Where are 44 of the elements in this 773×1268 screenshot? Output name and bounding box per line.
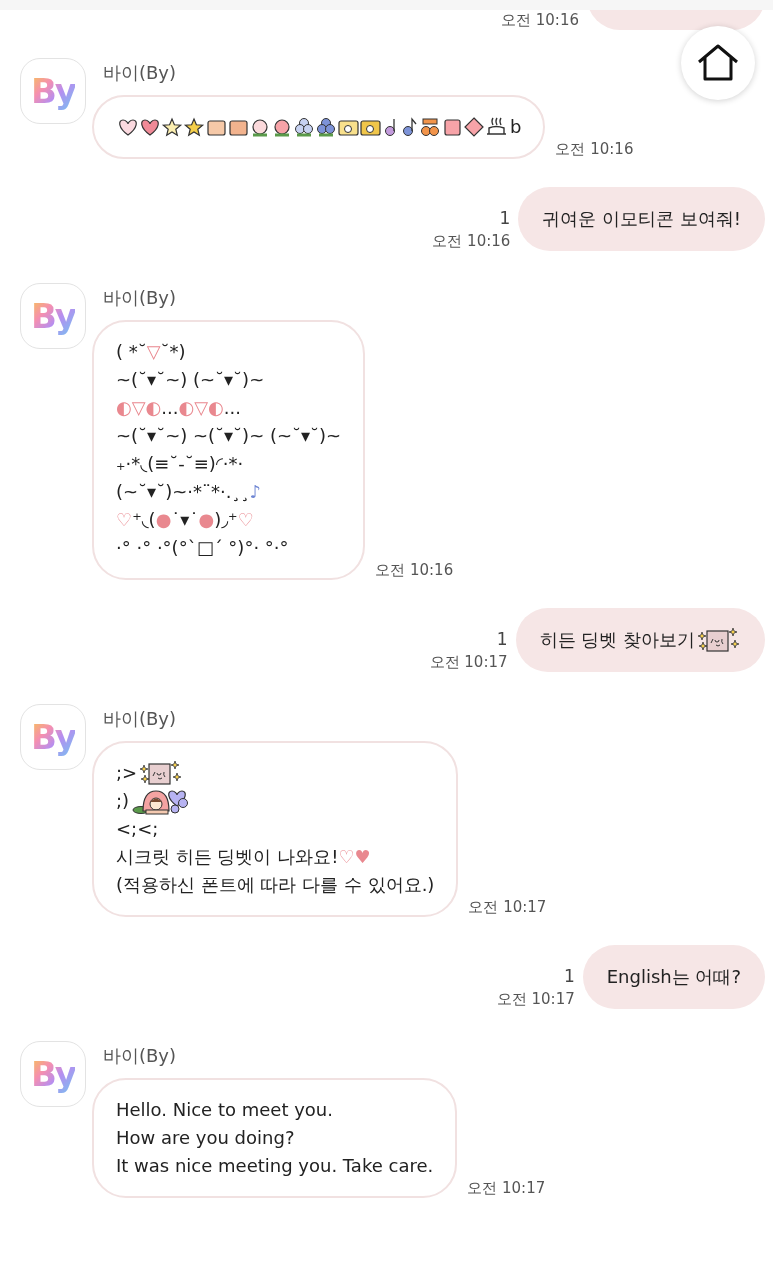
- message-line: ~(˘▾˘~) ~(˘▾˘)~ (~˘▾˘)~: [116, 424, 342, 448]
- bot-avatar[interactable]: By: [20, 283, 86, 349]
- message-line: 귀여운 이모티콘 보여줘!: [542, 207, 741, 231]
- message-line: ~(˘▾˘~) (~˘▾˘)~: [116, 368, 266, 392]
- message-line: ·° ·° ·°(°`□´ °)°· °·°: [116, 536, 290, 560]
- bot-avatar[interactable]: By: [20, 704, 86, 770]
- message-text: 히든 딩벳 찾아보기: [539, 628, 695, 652]
- message-line: Hello. Nice to meet you.: [116, 1098, 334, 1122]
- sparkle-box-icon: [139, 759, 182, 787]
- sender-name: 바이(By): [103, 1044, 178, 1068]
- message-line: ( *˘▽˘*): [116, 340, 187, 364]
- message-time: 오전 10:16: [555, 140, 634, 159]
- message-text: ;>: [116, 761, 138, 785]
- unread-count: 1: [563, 966, 575, 986]
- message-line: (~˘▾˘)~·*¨*·.¸¸♪: [116, 480, 262, 504]
- message-line: English는 어때?: [606, 965, 741, 989]
- message-line: 시크릿 히든 딩벳이 나와요!♡♥: [116, 845, 372, 869]
- home-icon: [697, 44, 739, 82]
- message-line: (적용하신 폰트에 따라 다를 수 있어요.): [116, 873, 435, 897]
- message-line: It was nice meeting you. Take care.: [116, 1154, 434, 1178]
- sparkle-box-icon: [697, 626, 739, 654]
- sender-name: 바이(By): [103, 286, 178, 310]
- unread-count: 1: [499, 208, 511, 228]
- peach-character-icon: [131, 787, 190, 815]
- message-line: ♡⁺◟(●˙▾˙●)◞⁺♡: [116, 508, 255, 532]
- message-text: b: [510, 115, 522, 139]
- message-time: 오전 10:17: [429, 653, 508, 672]
- unread-count: 1: [496, 629, 508, 649]
- home-button[interactable]: [681, 26, 755, 100]
- message-time: 오전 10:16: [501, 11, 579, 30]
- sender-name: 바이(By): [103, 707, 178, 731]
- message-time: 오전 10:17: [467, 1179, 546, 1198]
- sender-name: 바이(By): [103, 61, 178, 85]
- message-time: 오전 10:17: [468, 898, 547, 917]
- message-line: How are you doing?: [116, 1126, 296, 1150]
- message-line: ◐▽◐...◐▽◐...: [116, 396, 242, 420]
- message-text: ;): [116, 789, 130, 813]
- bot-avatar[interactable]: By: [20, 58, 86, 124]
- bot-avatar[interactable]: By: [20, 1041, 86, 1107]
- message-time: 오전 10:16: [432, 232, 511, 251]
- message-line: ₊·*◟(≡˘-˘≡)◜·*·: [116, 452, 245, 476]
- message-line: <;<;: [116, 817, 160, 841]
- message-time: 오전 10:16: [375, 561, 454, 580]
- message-time: 오전 10:17: [496, 990, 575, 1009]
